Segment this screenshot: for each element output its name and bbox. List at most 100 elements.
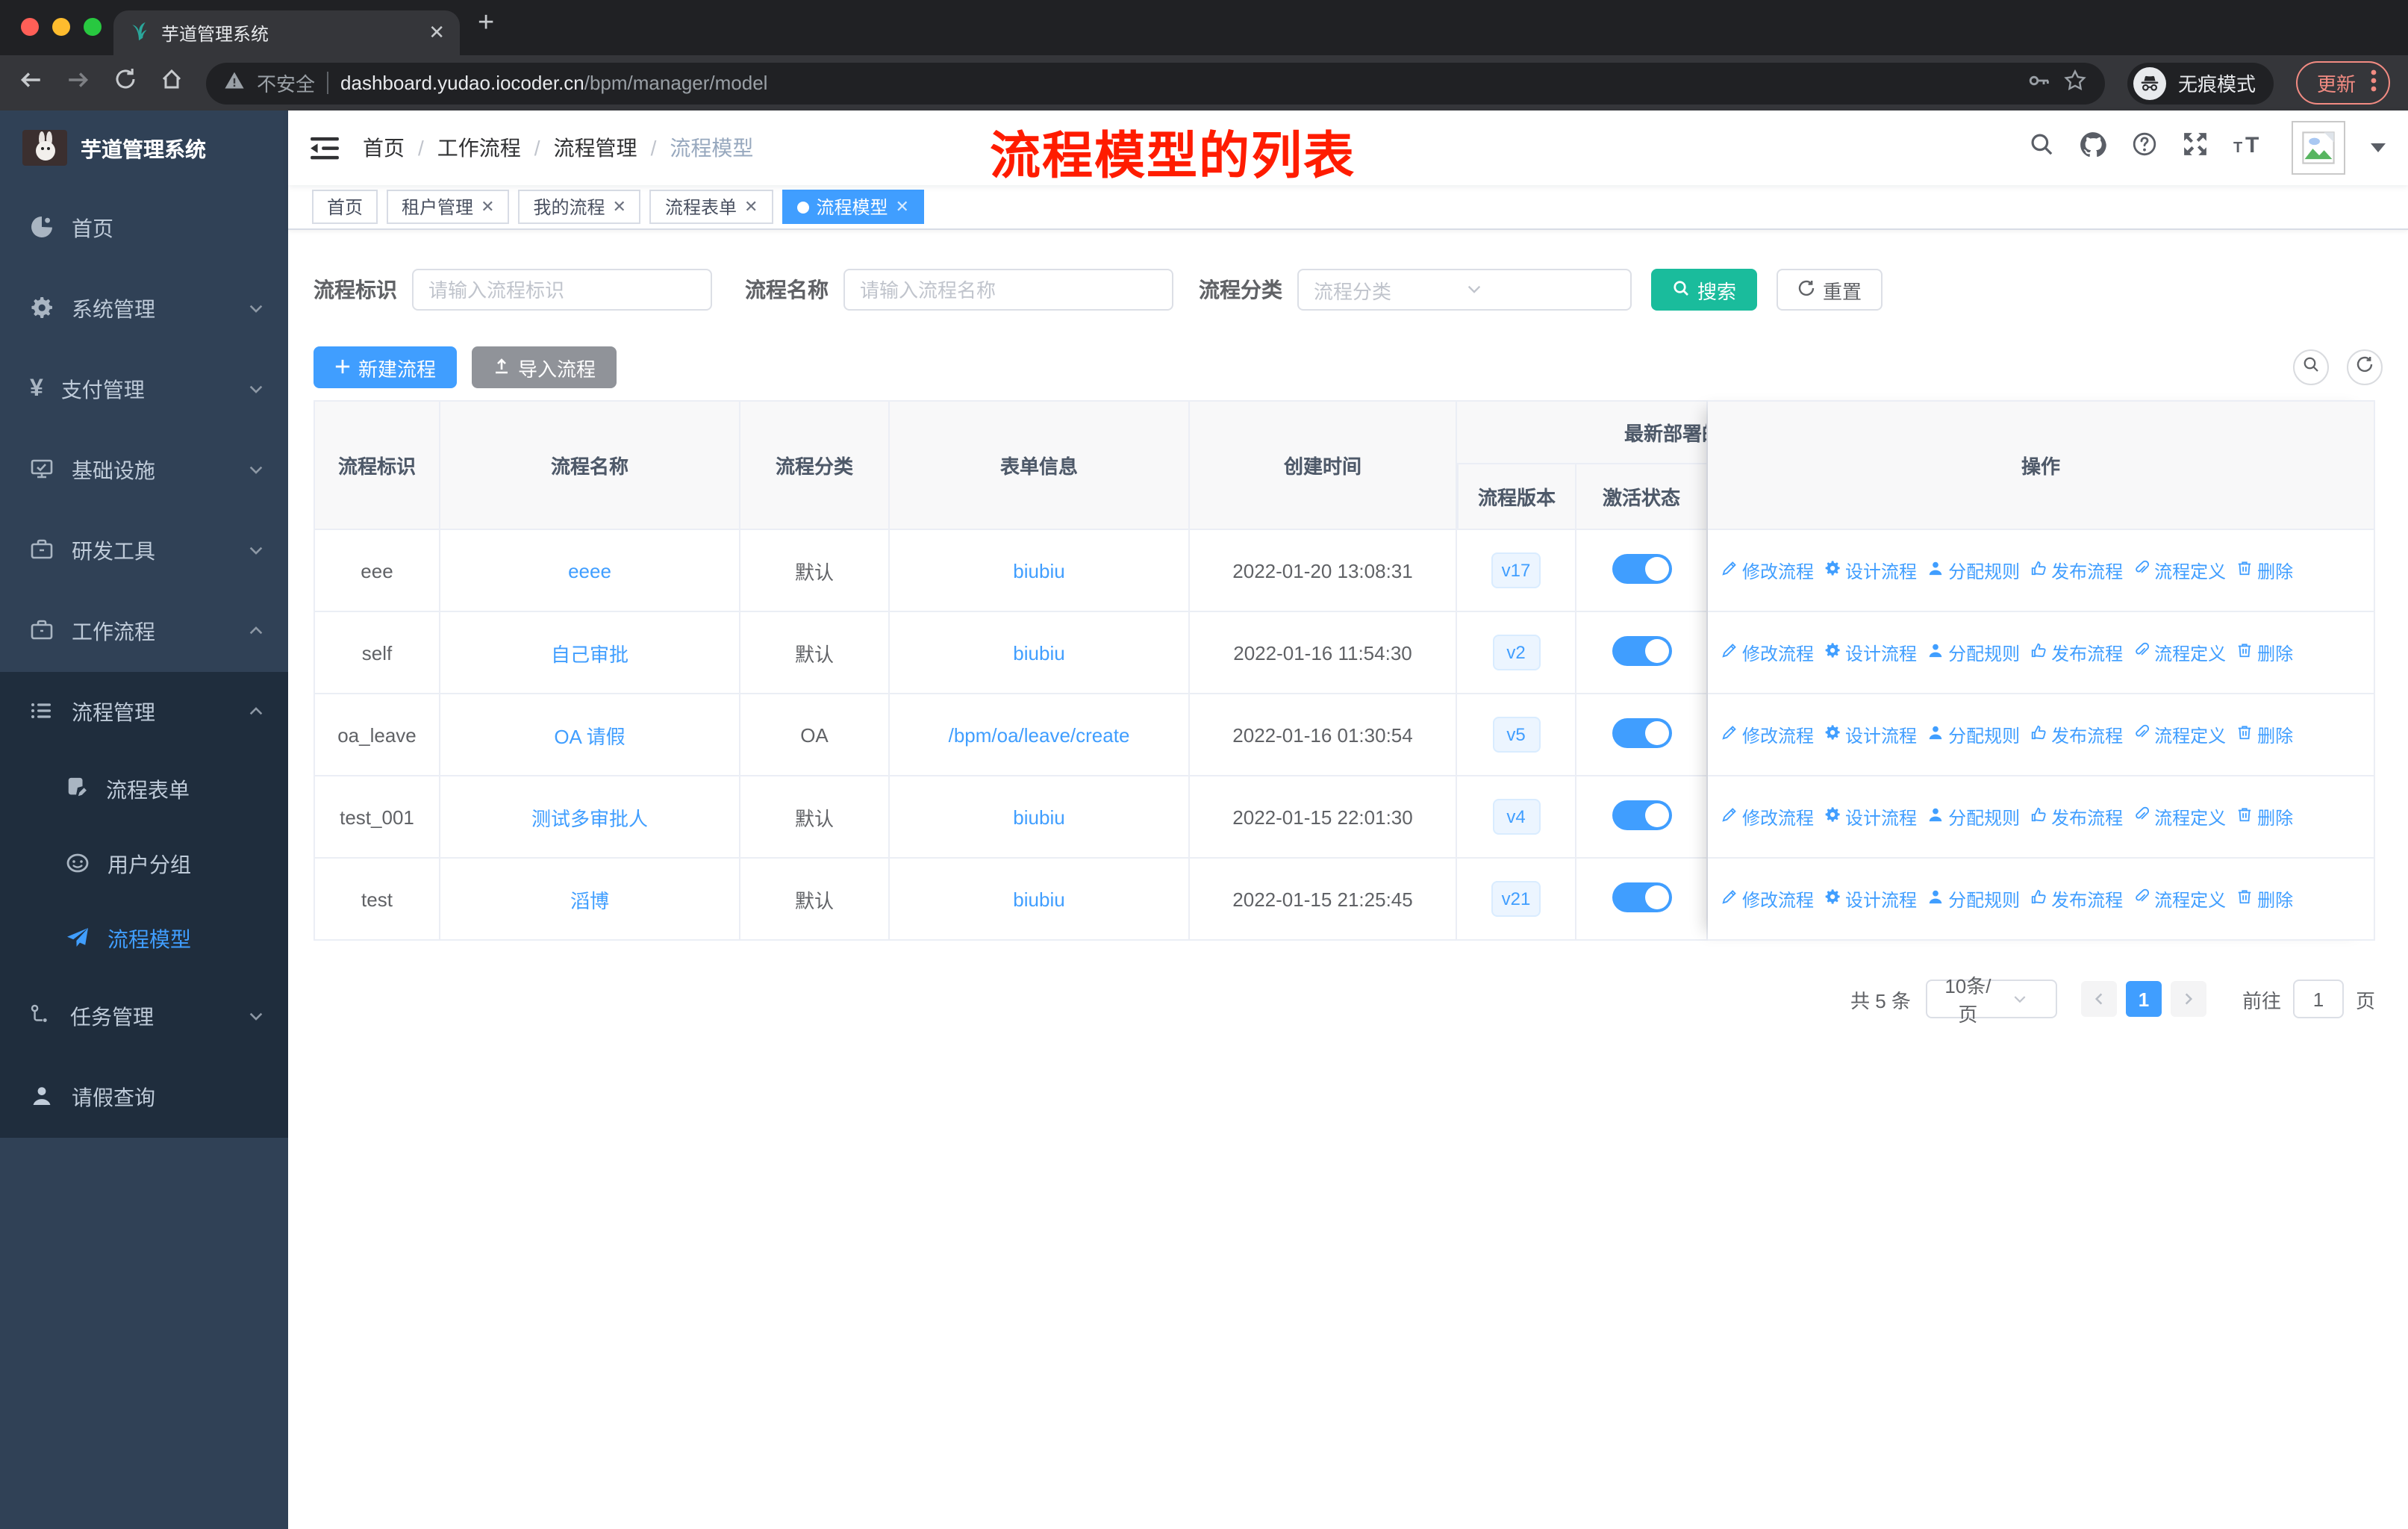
process-category-select[interactable]: 流程分类 <box>1297 269 1632 311</box>
next-page-button[interactable] <box>2170 981 2206 1017</box>
cell-form-info-link[interactable]: biubiu <box>1013 559 1064 582</box>
sidebar-item-infrastructure[interactable]: 基础设施 <box>0 430 288 511</box>
modify-process-link[interactable]: 修改流程 <box>1721 640 1814 665</box>
refresh-table-button[interactable] <box>2347 349 2383 385</box>
process-definition-link[interactable]: 流程定义 <box>2133 722 2226 747</box>
close-icon[interactable]: ✕ <box>613 197 626 217</box>
prev-page-button[interactable] <box>2080 981 2117 1017</box>
fullscreen-icon[interactable] <box>2183 131 2208 164</box>
window-controls[interactable] <box>21 18 102 36</box>
close-icon[interactable]: ✕ <box>481 197 494 217</box>
toggle-search-button[interactable] <box>2293 349 2329 385</box>
publish-process-link[interactable]: 发布流程 <box>2030 886 2123 912</box>
assign-rule-link[interactable]: 分配规则 <box>1927 558 2020 583</box>
active-toggle[interactable] <box>1612 717 1671 747</box>
user-avatar[interactable] <box>2292 121 2345 175</box>
maximize-window-button[interactable] <box>84 18 102 36</box>
reset-button[interactable]: 重置 <box>1777 269 1883 311</box>
sidebar-item-workflow[interactable]: 工作流程 <box>0 591 288 672</box>
active-toggle[interactable] <box>1612 553 1671 583</box>
search-icon[interactable] <box>2029 131 2054 164</box>
delete-link[interactable]: 删除 <box>2236 722 2293 747</box>
tab-close-icon[interactable]: ✕ <box>428 21 445 45</box>
process-definition-link[interactable]: 流程定义 <box>2133 886 2226 912</box>
tag-process-model[interactable]: 流程模型 ✕ <box>782 190 924 224</box>
active-toggle[interactable] <box>1612 882 1671 912</box>
delete-link[interactable]: 删除 <box>2236 640 2293 665</box>
publish-process-link[interactable]: 发布流程 <box>2030 804 2123 829</box>
tag-my-process[interactable]: 我的流程 ✕ <box>518 190 641 224</box>
process-definition-link[interactable]: 流程定义 <box>2133 640 2226 665</box>
bookmark-star-icon[interactable] <box>2063 69 2087 97</box>
page-size-select[interactable]: 10条/页 <box>1925 975 2057 1026</box>
breadcrumb-process-management[interactable]: 流程管理 <box>554 133 637 163</box>
breadcrumb-home[interactable]: 首页 <box>363 133 405 163</box>
modify-process-link[interactable]: 修改流程 <box>1721 722 1814 747</box>
cell-process-name-link[interactable]: eeee <box>568 559 611 582</box>
delete-link[interactable]: 删除 <box>2236 886 2293 912</box>
sidebar-item-process-model[interactable]: 流程模型 <box>0 902 288 977</box>
tag-process-form[interactable]: 流程表单 ✕ <box>649 190 773 224</box>
process-definition-link[interactable]: 流程定义 <box>2133 558 2226 583</box>
delete-link[interactable]: 删除 <box>2236 804 2293 829</box>
back-icon[interactable] <box>18 66 43 99</box>
sidebar-item-dev-tools[interactable]: 研发工具 <box>0 511 288 591</box>
search-button[interactable]: 搜索 <box>1651 269 1758 311</box>
font-size-icon[interactable]: TT <box>2233 133 2266 163</box>
delete-link[interactable]: 删除 <box>2236 558 2293 583</box>
url-text[interactable]: dashboard.yudao.iocoder.cn/bpm/manager/m… <box>340 72 2015 94</box>
update-label[interactable]: 更新 <box>2317 69 2356 97</box>
sidebar-fold-icon[interactable] <box>311 135 339 161</box>
active-toggle[interactable] <box>1612 635 1671 665</box>
design-process-link[interactable]: 设计流程 <box>1824 886 1917 912</box>
sidebar-item-user-group[interactable]: 用户分组 <box>0 827 288 902</box>
assign-rule-link[interactable]: 分配规则 <box>1927 640 2020 665</box>
password-key-icon[interactable] <box>2027 69 2051 97</box>
cell-form-info-link[interactable]: biubiu <box>1013 888 1064 910</box>
close-icon[interactable]: ✕ <box>895 197 908 217</box>
process-definition-link[interactable]: 流程定义 <box>2133 804 2226 829</box>
sidebar-item-system[interactable]: 系统管理 <box>0 269 288 349</box>
cell-process-name-link[interactable]: OA 请假 <box>554 725 625 747</box>
create-process-button[interactable]: 新建流程 <box>314 346 458 388</box>
process-key-input[interactable] <box>412 269 712 311</box>
cell-process-name-link[interactable]: 自己审批 <box>551 643 628 665</box>
cell-form-info-link[interactable]: biubiu <box>1013 641 1064 664</box>
publish-process-link[interactable]: 发布流程 <box>2030 722 2123 747</box>
page-number-1[interactable]: 1 <box>2125 981 2162 1017</box>
sidebar-item-task-management[interactable]: 任务管理 <box>0 977 288 1057</box>
url-bar[interactable]: 不安全 dashboard.yudao.iocoder.cn/bpm/manag… <box>206 62 2105 104</box>
publish-process-link[interactable]: 发布流程 <box>2030 558 2123 583</box>
breadcrumb-workflow[interactable]: 工作流程 <box>437 133 521 163</box>
minimize-window-button[interactable] <box>52 18 70 36</box>
kebab-menu-icon[interactable] <box>2371 69 2377 97</box>
security-label[interactable]: 不安全 <box>257 69 315 97</box>
cell-process-name-link[interactable]: 滔博 <box>570 889 609 912</box>
close-icon[interactable]: ✕ <box>744 197 758 217</box>
tag-home[interactable]: 首页 <box>312 190 378 224</box>
home-icon[interactable] <box>160 67 184 99</box>
goto-page-input[interactable] <box>2292 980 2344 1018</box>
design-process-link[interactable]: 设计流程 <box>1824 558 1917 583</box>
avatar-caret-icon[interactable] <box>2371 143 2386 152</box>
cell-form-info-link[interactable]: /bpm/oa/leave/create <box>949 723 1130 746</box>
sidebar-item-leave-query[interactable]: 请假查询 <box>0 1057 288 1138</box>
cell-form-info-link[interactable]: biubiu <box>1013 806 1064 828</box>
modify-process-link[interactable]: 修改流程 <box>1721 886 1814 912</box>
assign-rule-link[interactable]: 分配规则 <box>1927 722 2020 747</box>
publish-process-link[interactable]: 发布流程 <box>2030 640 2123 665</box>
assign-rule-link[interactable]: 分配规则 <box>1927 886 2020 912</box>
update-menu-button[interactable]: 更新 <box>2295 61 2390 105</box>
sidebar-item-home[interactable]: 首页 <box>0 188 288 269</box>
process-name-input[interactable] <box>843 269 1173 311</box>
sidebar-item-process-management[interactable]: 流程管理 <box>0 672 288 753</box>
sidebar-item-payment[interactable]: ¥ 支付管理 <box>0 349 288 430</box>
forward-icon[interactable] <box>66 66 91 99</box>
modify-process-link[interactable]: 修改流程 <box>1721 558 1814 583</box>
assign-rule-link[interactable]: 分配规则 <box>1927 804 2020 829</box>
cell-process-name-link[interactable]: 测试多审批人 <box>531 807 648 829</box>
help-icon[interactable] <box>2132 131 2157 164</box>
reload-icon[interactable] <box>113 67 137 99</box>
design-process-link[interactable]: 设计流程 <box>1824 640 1917 665</box>
close-window-button[interactable] <box>21 18 39 36</box>
